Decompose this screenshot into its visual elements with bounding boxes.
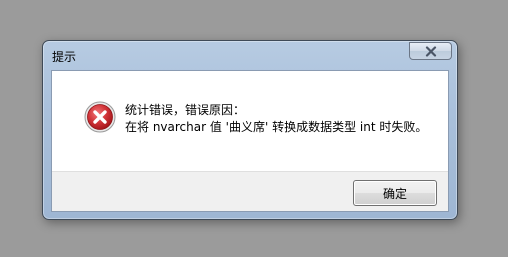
- close-icon: [425, 45, 437, 57]
- button-bar: 确定: [52, 171, 448, 211]
- message-area: 统计错误，错误原因： 在将 nvarchar 值 '曲义席' 转换成数据类型 i…: [52, 71, 448, 171]
- error-icon: [84, 101, 116, 133]
- dialog-body: 统计错误，错误原因： 在将 nvarchar 值 '曲义席' 转换成数据类型 i…: [51, 70, 449, 212]
- dialog-titlebar[interactable]: 提示: [43, 41, 457, 69]
- dialog-title: 提示: [52, 50, 77, 64]
- close-button[interactable]: [409, 42, 452, 60]
- error-message: 统计错误，错误原因： 在将 nvarchar 值 '曲义席' 转换成数据类型 i…: [125, 102, 427, 136]
- message-line-2: 在将 nvarchar 值 '曲义席' 转换成数据类型 int 时失败。: [125, 120, 428, 134]
- message-dialog: 提示 统计错误，错误原因： 在将 nvarchar 值 '曲义席' 转换成数据类…: [42, 40, 458, 220]
- message-line-1: 统计错误，错误原因：: [125, 103, 246, 117]
- ok-button[interactable]: 确定: [353, 180, 437, 206]
